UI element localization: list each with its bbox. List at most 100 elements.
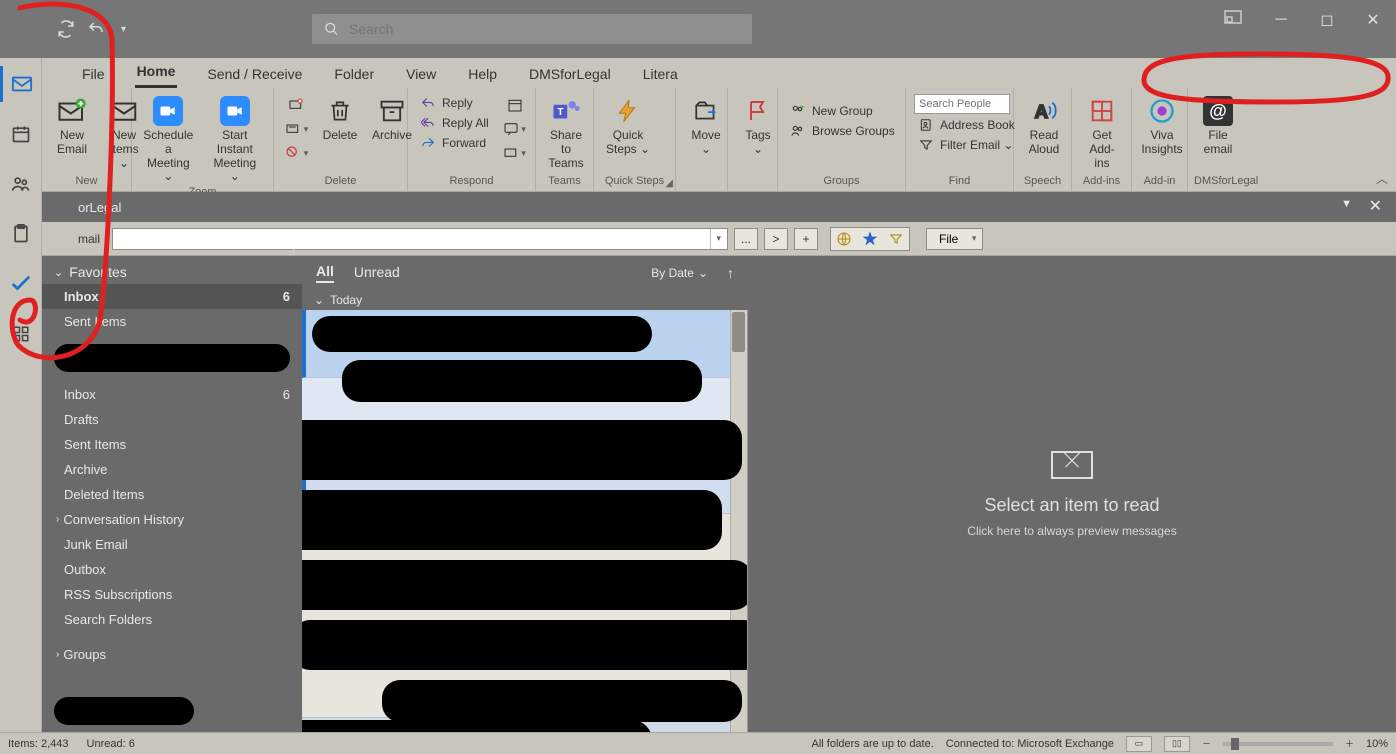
tab-send-receive[interactable]: Send / Receive: [205, 62, 304, 88]
fav-sent[interactable]: Sent Items: [42, 309, 302, 334]
get-addins-button[interactable]: Get Add-ins: [1078, 92, 1126, 172]
folder-search-label: Search Folders: [64, 612, 152, 627]
qat-customize-dropdown[interactable]: ▾: [121, 24, 133, 35]
move-button[interactable]: Move ⌄: [682, 92, 730, 159]
file-email-button[interactable]: @ File email: [1194, 92, 1242, 159]
folder-deleted[interactable]: Deleted Items: [42, 482, 302, 507]
tab-folder[interactable]: Folder: [332, 62, 376, 88]
dms-panel-close[interactable]: ✕: [1369, 196, 1382, 216]
at-icon: @: [1201, 94, 1235, 128]
account-name-redacted-2[interactable]: [54, 697, 194, 725]
reading-pane-preview-link[interactable]: Click here to always preview messages: [967, 524, 1176, 538]
tab-litera[interactable]: Litera: [641, 62, 680, 88]
dms-filter-button[interactable]: [883, 228, 909, 250]
reply-all-button[interactable]: Reply All: [416, 114, 493, 132]
zoom-out-button[interactable]: －: [1202, 736, 1211, 752]
zoom-slider[interactable]: [1223, 742, 1333, 746]
address-book-button[interactable]: Address Book: [914, 116, 1019, 134]
dms-file-dropdown[interactable]: File: [926, 228, 983, 250]
sync-icon[interactable]: [55, 18, 77, 40]
zoom-slider-thumb[interactable]: [1231, 738, 1239, 750]
todo-rail-icon[interactable]: [0, 266, 42, 302]
folder-rss[interactable]: RSS Subscriptions: [42, 582, 302, 607]
quicksteps-dialog-launcher[interactable]: ◢: [665, 178, 673, 189]
cleanup-button[interactable]: ▾: [282, 118, 310, 140]
delete-label: Delete: [323, 129, 358, 143]
more-respond-button[interactable]: ▾: [501, 142, 529, 164]
meeting-reply-button[interactable]: [501, 94, 529, 116]
tasks-rail-icon[interactable]: [0, 216, 42, 252]
quick-steps-button[interactable]: Quick Steps ⌄: [600, 92, 656, 159]
tab-home[interactable]: Home: [135, 59, 178, 88]
undo-icon[interactable]: [85, 18, 107, 40]
favorites-header[interactable]: ⌄Favorites: [42, 256, 302, 284]
collapse-ribbon-button[interactable]: ︿: [1376, 170, 1388, 187]
dms-path-dropdown[interactable]: ▾: [710, 229, 728, 249]
calendar-rail-icon[interactable]: [0, 116, 42, 152]
view-normal-button[interactable]: ▭: [1126, 736, 1152, 752]
more-apps-rail-icon[interactable]: [0, 316, 42, 352]
folder-conversation-history[interactable]: ›Conversation History: [42, 507, 302, 532]
ignore-button[interactable]: [282, 94, 310, 116]
search-box[interactable]: [312, 14, 752, 44]
zoom-in-button[interactable]: ＋: [1345, 736, 1354, 752]
folder-outbox[interactable]: Outbox: [42, 557, 302, 582]
msglist-sort-button[interactable]: By Date⌄: [651, 266, 708, 280]
start-meeting-button[interactable]: Start Instant Meeting ⌄: [203, 92, 267, 186]
account-name-redacted[interactable]: [54, 344, 290, 372]
browse-groups-button[interactable]: Browse Groups: [786, 122, 899, 140]
msglist-group-today[interactable]: ⌄Today: [302, 290, 748, 310]
collapse-folder-pane[interactable]: ‹: [291, 242, 296, 258]
ribbon: New Email New Items ⌄ New Schedule a Mee…: [0, 88, 1396, 192]
folder-archive[interactable]: Archive: [42, 457, 302, 482]
mail-rail-icon[interactable]: [0, 66, 42, 102]
view-reading-button[interactable]: ▯▯: [1164, 736, 1190, 752]
schedule-meeting-button[interactable]: Schedule a Meeting ⌄: [138, 92, 199, 186]
new-email-button[interactable]: New Email: [48, 92, 96, 159]
dms-next-button[interactable]: >: [764, 228, 788, 250]
new-group-label: New Group: [812, 104, 873, 118]
delete-button[interactable]: Delete: [316, 92, 364, 145]
groups-header[interactable]: ›Groups: [42, 642, 302, 667]
dms-browse-button[interactable]: ...: [734, 228, 758, 250]
fav-inbox[interactable]: Inbox6: [42, 284, 302, 309]
reply-button[interactable]: Reply: [416, 94, 493, 112]
tab-view[interactable]: View: [404, 62, 438, 88]
tab-dmsforlegal[interactable]: DMSforLegal: [527, 62, 613, 88]
im-reply-button[interactable]: ▾: [501, 118, 529, 140]
close-button[interactable]: ✕: [1350, 0, 1396, 40]
read-aloud-button[interactable]: A Read Aloud: [1020, 92, 1068, 159]
dms-path-input[interactable]: [113, 229, 709, 249]
viva-insights-button[interactable]: Viva Insights: [1138, 92, 1186, 159]
msglist-tab-unread[interactable]: Unread: [354, 264, 400, 282]
tags-button[interactable]: Tags ⌄: [734, 92, 782, 159]
message-list[interactable]: [302, 310, 748, 732]
folder-junk[interactable]: Junk Email: [42, 532, 302, 557]
dms-add-button[interactable]: +: [794, 228, 818, 250]
people-rail-icon[interactable]: [0, 166, 42, 202]
trash-icon: [323, 94, 357, 128]
junk-button[interactable]: ▾: [282, 142, 310, 164]
tab-file[interactable]: File: [80, 62, 107, 88]
tab-help[interactable]: Help: [466, 62, 499, 88]
scrollbar-thumb[interactable]: [732, 312, 745, 352]
maximize-button[interactable]: ◻: [1304, 0, 1350, 40]
dms-panel-dropdown[interactable]: ▼: [1341, 198, 1352, 210]
ribbon-display-options-icon[interactable]: [1224, 10, 1246, 28]
folder-drafts[interactable]: Drafts: [42, 407, 302, 432]
minimize-button[interactable]: ─: [1258, 0, 1304, 40]
filter-email-button[interactable]: Filter Email ⌄: [914, 136, 1019, 154]
search-people-input[interactable]: [914, 94, 1010, 114]
folder-search[interactable]: Search Folders: [42, 607, 302, 632]
folder-inbox[interactable]: Inbox6: [42, 382, 302, 407]
new-group-button[interactable]: New Group: [786, 102, 899, 120]
msglist-sort-direction[interactable]: ↑: [727, 265, 734, 281]
search-input[interactable]: [349, 21, 740, 37]
dms-star-button[interactable]: [857, 228, 883, 250]
msglist-tab-all[interactable]: All: [316, 263, 334, 283]
teams-icon: T: [549, 94, 583, 128]
forward-button[interactable]: Forward: [416, 134, 493, 152]
dms-globe-button[interactable]: [831, 228, 857, 250]
share-to-teams-button[interactable]: T Share to Teams: [542, 92, 590, 172]
folder-sent[interactable]: Sent Items: [42, 432, 302, 457]
